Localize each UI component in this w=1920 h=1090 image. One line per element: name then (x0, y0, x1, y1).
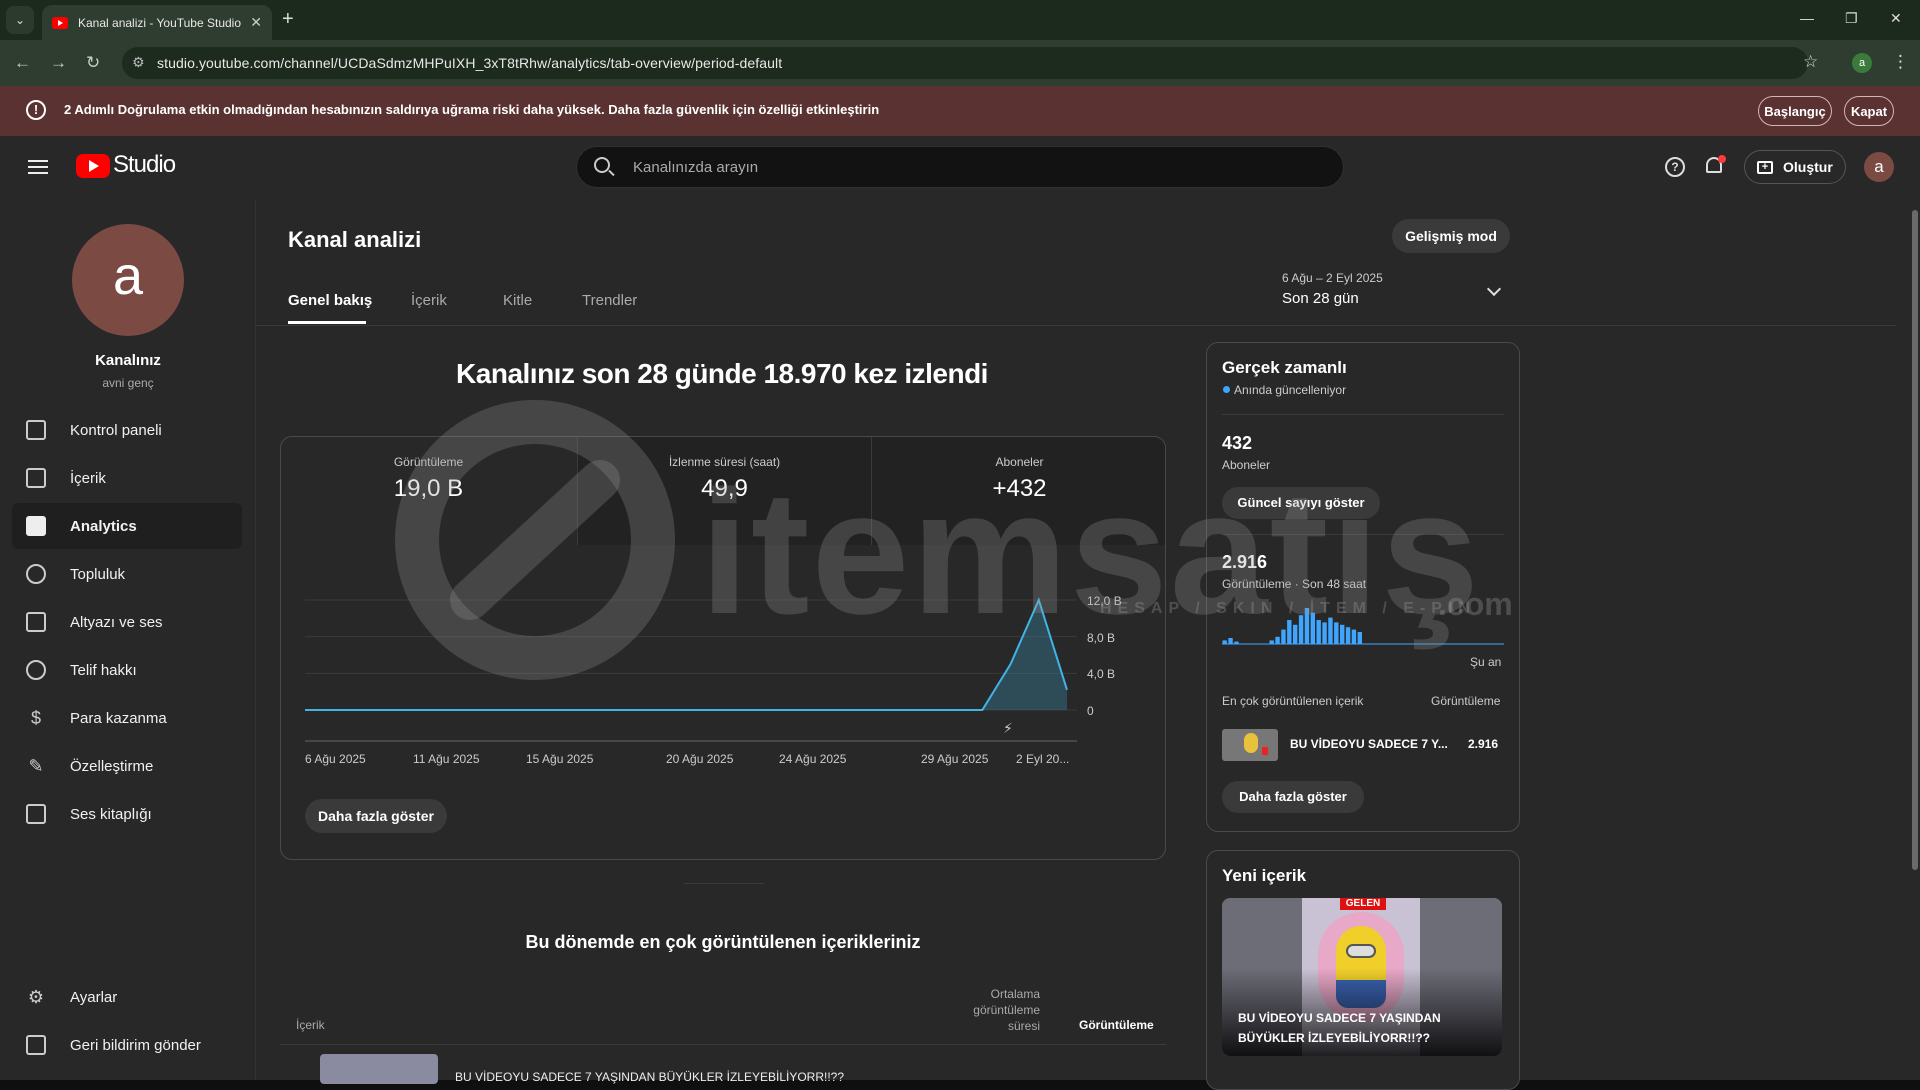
now-label: Şu an (1470, 655, 1502, 669)
y-tick-label: 4,0 B (1087, 667, 1116, 681)
chart-point[interactable] (444, 708, 448, 712)
chart-point[interactable] (529, 708, 533, 712)
chart-point[interactable] (755, 708, 759, 712)
watermark-domain: .com (1438, 586, 1513, 622)
live-indicator (1223, 386, 1230, 393)
chart-point[interactable] (839, 708, 843, 712)
new-content-title: Yeni içerik (1222, 866, 1307, 885)
x-tick-label: 20 Ağu 2025 (666, 752, 734, 766)
table-header-avg-duration[interactable]: Ortalama görüntüleme süresi (960, 986, 1040, 1034)
chart-point[interactable] (472, 708, 476, 712)
x-tick-label: 11 Ağu 2025 (413, 752, 480, 766)
top-video-views: 2.916 (1468, 737, 1499, 751)
card-spacer (1222, 678, 1504, 679)
chart-point[interactable] (952, 708, 956, 712)
chart-point[interactable] (924, 708, 928, 712)
x-tick-label: 2 Eyl 20... (1016, 752, 1070, 766)
chart-point[interactable] (642, 708, 646, 712)
table-header-views[interactable]: Görüntüleme (1079, 1018, 1154, 1032)
x-tick-label: 29 Ağu 2025 (921, 752, 989, 766)
thumbnail-goggle (1346, 944, 1376, 958)
page-scrollbar[interactable] (1912, 210, 1918, 870)
top-content-label: En çok görüntülenen içerik (1222, 694, 1364, 708)
top-content-title: Bu dönemde en çok görüntülenen içerikler… (525, 932, 921, 952)
thumbnail-badge: GELEN (1340, 898, 1386, 910)
chart-point[interactable] (585, 708, 589, 712)
thumbnail-figure (1244, 733, 1258, 753)
watermark-text: itemsatış (700, 455, 1482, 651)
chart-point[interactable] (388, 708, 392, 712)
top-views-label: Görüntüleme (1431, 694, 1501, 708)
watermark-subtext: HESAP / SKIN / İTEM / E-PIN (1100, 600, 1476, 617)
chart-point[interactable] (980, 708, 984, 712)
show-more-button[interactable]: Daha fazla göster (305, 799, 447, 833)
chart-point[interactable] (501, 708, 505, 712)
chart-point[interactable] (359, 708, 363, 712)
card-divider (1222, 414, 1504, 415)
chart-point[interactable] (726, 708, 730, 712)
header-line: süresi (1007, 1019, 1040, 1033)
chart-point[interactable] (698, 708, 702, 712)
chart-point[interactable] (416, 708, 420, 712)
table-divider (280, 1044, 1166, 1045)
new-video-caption[interactable]: BU VİDEOYU SADECE 7 YAŞINDAN BÜYÜKLER İZ… (1238, 1008, 1488, 1048)
top-video-title[interactable]: BU VİDEOYU SADECE 7 Y... (1290, 737, 1448, 751)
live-text: Anında güncelleniyor (1234, 383, 1347, 397)
chart-point[interactable] (670, 708, 674, 712)
header-line: Ortalama (990, 987, 1040, 1001)
thumbnail-accent (1262, 747, 1268, 755)
chart-point[interactable] (303, 708, 307, 712)
header-line: görüntüleme (973, 1003, 1040, 1017)
chart-point[interactable] (867, 708, 871, 712)
chart-point[interactable] (783, 708, 787, 712)
realtime-title: Gerçek zamanlı (1222, 358, 1347, 377)
table-header-content: İçerik (296, 1018, 325, 1032)
section-divider (684, 883, 764, 884)
y-tick-label: 0 (1087, 704, 1094, 718)
realtime-show-more-button[interactable]: Daha fazla göster (1222, 781, 1364, 813)
chart-point[interactable] (1009, 662, 1013, 666)
shorts-marker-icon[interactable]: ⚡ (1003, 721, 1013, 737)
realtime-subscribers-value: 432 (1222, 433, 1253, 453)
chart-point[interactable] (557, 708, 561, 712)
x-tick-label: 15 Ağu 2025 (526, 752, 594, 766)
x-tick-label: 24 Ağu 2025 (779, 752, 847, 766)
chart-point[interactable] (1065, 688, 1069, 692)
chart-point[interactable] (331, 708, 335, 712)
x-tick-label: 6 Ağu 2025 (305, 752, 366, 766)
chart-point[interactable] (613, 708, 617, 712)
video-title[interactable]: BU VİDEOYU SADECE 7 YAŞINDAN BÜYÜKLER İZ… (455, 1070, 844, 1084)
chart-point[interactable] (811, 708, 815, 712)
chart-point[interactable] (896, 708, 900, 712)
top-video-thumbnail[interactable] (1222, 729, 1278, 761)
